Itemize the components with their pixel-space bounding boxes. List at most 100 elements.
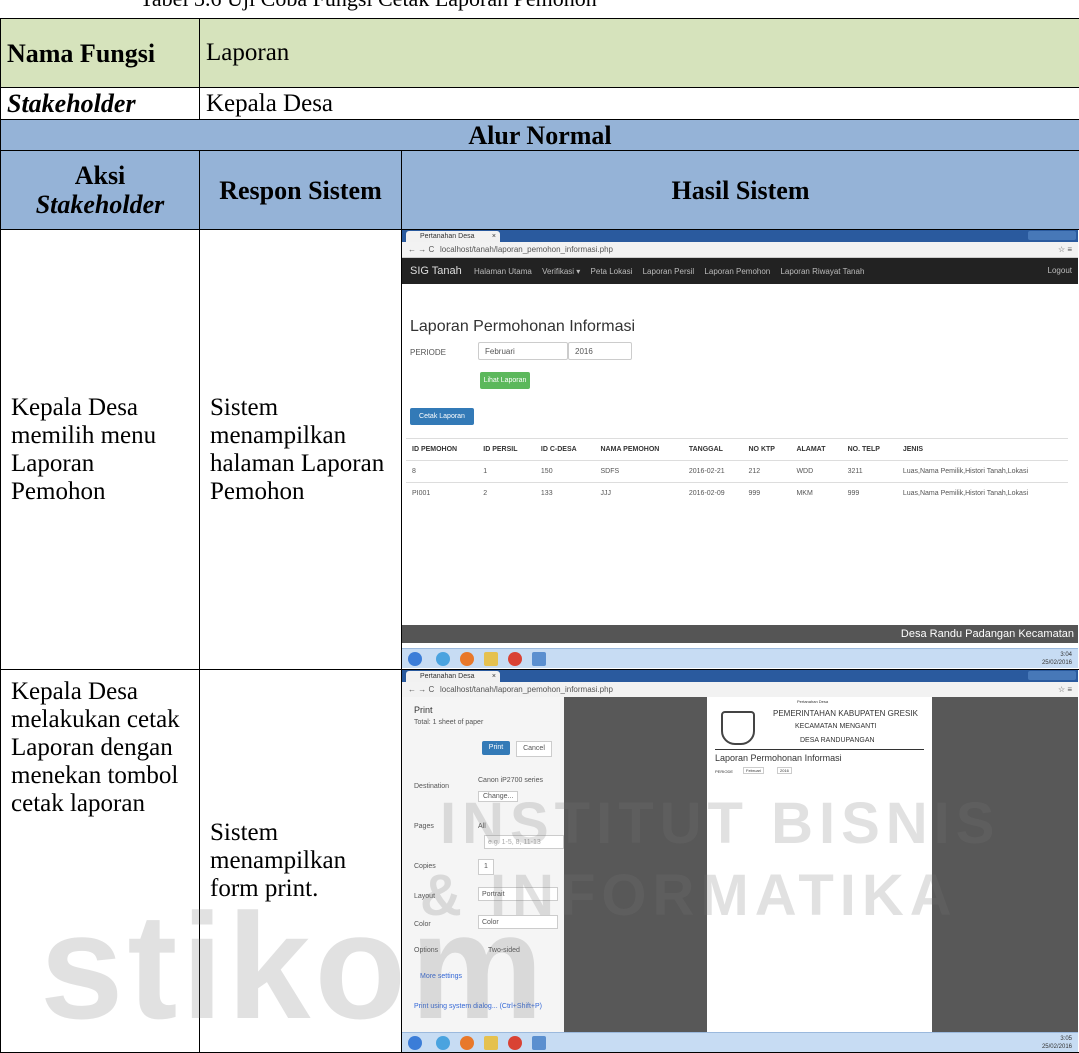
step2-respon: Sistem menampilkan form print.	[200, 670, 402, 1053]
address-bar[interactable]: ← → C localhost/tanah/laporan_pemohon_in…	[402, 682, 1078, 698]
cell: 2016-02-21	[683, 461, 743, 483]
cetak-laporan-button[interactable]: Cetak Laporan	[410, 408, 474, 425]
print-button[interactable]: Print	[482, 741, 510, 755]
step2-aksi: Kepala Desa melakukan cetak Laporan deng…	[1, 670, 200, 1053]
year-input[interactable]: 2016	[568, 342, 632, 360]
address-bar[interactable]: ← → C localhost/tanah/laporan_pemohon_in…	[402, 242, 1078, 258]
month-select[interactable]: Februari	[478, 342, 568, 360]
th-id-persil: ID PERSIL	[477, 439, 535, 461]
toolbar-icons[interactable]: ☆ ≡	[1058, 682, 1072, 697]
nav-item-verifikasi[interactable]: Verifikasi ▾	[542, 267, 580, 276]
ie-icon[interactable]	[436, 1036, 450, 1050]
nav-item-peta[interactable]: Peta Lokasi	[591, 267, 633, 276]
ie-icon[interactable]	[436, 652, 450, 666]
toolbar-icons[interactable]: ☆ ≡	[1058, 242, 1072, 257]
folder-icon[interactable]	[484, 1036, 498, 1050]
start-icon[interactable]	[408, 652, 422, 666]
clock-date: 25/02/2016	[1042, 659, 1072, 667]
col-aksi-line2: Stakeholder	[7, 190, 193, 219]
windows-taskbar: 3:0425/02/2016	[402, 648, 1078, 668]
browser-screenshot-report: Pertanahan Desa × ← → C localhost/tanah/l…	[402, 230, 1078, 668]
url-text[interactable]: localhost/tanah/laporan_pemohon_informas…	[440, 242, 613, 257]
app-icon[interactable]	[532, 652, 546, 666]
doc-small-header: Pertanahan Desa	[797, 699, 828, 704]
print-settings-panel: Print Total: 1 sheet of paper Print Canc…	[402, 697, 565, 1032]
close-icon[interactable]: ×	[492, 671, 496, 682]
two-sided-checkbox[interactable]: Two-sided	[488, 947, 520, 954]
browser-tab[interactable]: Pertanahan Desa ×	[406, 231, 500, 242]
chrome-icon[interactable]	[508, 652, 522, 666]
media-icon[interactable]	[460, 652, 474, 666]
nav-item-laporan-riwayat[interactable]: Laporan Riwayat Tanah	[780, 267, 864, 276]
cell: 999	[743, 483, 791, 505]
color-label: Color	[414, 921, 431, 928]
clock-time: 3:04	[1042, 651, 1072, 659]
close-icon[interactable]: ×	[492, 231, 496, 242]
doc-divider	[715, 749, 924, 750]
nama-fungsi-label: Nama Fungsi	[1, 19, 200, 88]
th-id-cdesa: ID C-DESA	[535, 439, 595, 461]
start-icon[interactable]	[408, 1036, 422, 1050]
logout-link[interactable]: Logout	[1048, 258, 1072, 284]
clock-date: 25/02/2016	[1042, 1043, 1072, 1051]
layout-select[interactable]: Portrait	[478, 887, 558, 901]
brand[interactable]: SIG Tanah	[410, 265, 462, 277]
step1-aksi: Kepala Desa memilih menu Laporan Pemohon	[1, 230, 200, 670]
folder-icon[interactable]	[484, 652, 498, 666]
report-table: ID PEMOHON ID PERSIL ID C-DESA NAMA PEMO…	[406, 438, 1068, 504]
th-nama-pemohon: NAMA PEMOHON	[595, 439, 683, 461]
more-settings-link[interactable]: More settings	[420, 973, 462, 980]
cell: 999	[842, 483, 897, 505]
nav-arrows-icon[interactable]: ← → C	[408, 242, 434, 257]
print-total: Total: 1 sheet of paper	[414, 719, 483, 726]
pages-label: Pages	[414, 823, 434, 830]
table-header-row: ID PEMOHON ID PERSIL ID C-DESA NAMA PEMO…	[406, 439, 1068, 461]
tab-title: Pertanahan Desa	[420, 233, 474, 240]
lihat-laporan-button[interactable]: Lihat Laporan	[480, 372, 530, 389]
cell: 2016-02-09	[683, 483, 743, 505]
print-title: Print	[414, 705, 433, 715]
alur-normal-header: Alur Normal	[1, 120, 1079, 151]
doc-kec: KECAMATAN MENGANTI	[795, 723, 876, 730]
nav-arrows-icon[interactable]: ← → C	[408, 682, 434, 697]
col-aksi-header: Aksi Stakeholder	[1, 151, 200, 230]
app-icon[interactable]	[532, 1036, 546, 1050]
nav-item-laporan-pemohon[interactable]: Laporan Pemohon	[704, 267, 770, 276]
window-controls[interactable]	[1028, 231, 1076, 240]
pages-all-radio[interactable]: All	[478, 823, 486, 830]
browser-tabbar: Pertanahan Desa ×	[402, 230, 1078, 242]
preview-page: Pertanahan Desa PEMERINTAHAN KABUPATEN G…	[707, 697, 932, 1037]
th-no-ktp: NO KTP	[743, 439, 791, 461]
nav-item-laporan-persil[interactable]: Laporan Persil	[643, 267, 695, 276]
system-dialog-link[interactable]: Print using system dialog... (Ctrl+Shift…	[414, 1003, 542, 1010]
options-label: Options	[414, 947, 438, 954]
nav-item-home[interactable]: Halaman Utama	[474, 267, 532, 276]
window-controls[interactable]	[1028, 671, 1076, 680]
cell: SDFS	[595, 461, 683, 483]
print-preview-area: Pertanahan Desa PEMERINTAHAN KABUPATEN G…	[564, 697, 1078, 1032]
destination-value: Canon iP2700 series	[478, 777, 543, 784]
color-select[interactable]: Color	[478, 915, 558, 929]
col-hasil-header: Hasil Sistem	[402, 151, 1079, 230]
stakeholder-label: Stakeholder	[1, 88, 200, 120]
media-icon[interactable]	[460, 1036, 474, 1050]
doc-year: 2016	[777, 767, 792, 774]
cell: Luas,Nama Pemilik,Histori Tanah,Lokasi	[897, 461, 1068, 483]
change-button[interactable]: Change...	[478, 791, 518, 802]
url-text[interactable]: localhost/tanah/laporan_pemohon_informas…	[440, 682, 613, 697]
chrome-icon[interactable]	[508, 1036, 522, 1050]
pages-input[interactable]: e.g. 1-5, 8, 11-13	[484, 835, 564, 849]
step1-respon: Sistem menampilkan halaman Laporan Pemoh…	[200, 230, 402, 670]
stakeholder-value: Kepala Desa	[200, 88, 1079, 120]
cell: MKM	[790, 483, 841, 505]
cell: WDD	[790, 461, 841, 483]
table-row: 8 1 150 SDFS 2016-02-21 212 WDD 3211 Lua…	[406, 461, 1068, 483]
copies-input[interactable]: 1	[478, 859, 494, 875]
taskbar-clock: 3:0425/02/2016	[1042, 651, 1072, 667]
browser-screenshot-print: Pertanahan Desa× ← → C localhost/tanah/l…	[402, 670, 1078, 1052]
doc-month: Februari	[743, 767, 764, 774]
copies-label: Copies	[414, 863, 436, 870]
table-caption: Tabel 3.6 Uji Coba Fungsi Cetak Laporan …	[140, 0, 597, 12]
browser-tab[interactable]: Pertanahan Desa×	[406, 671, 500, 682]
cancel-button[interactable]: Cancel	[516, 741, 552, 757]
